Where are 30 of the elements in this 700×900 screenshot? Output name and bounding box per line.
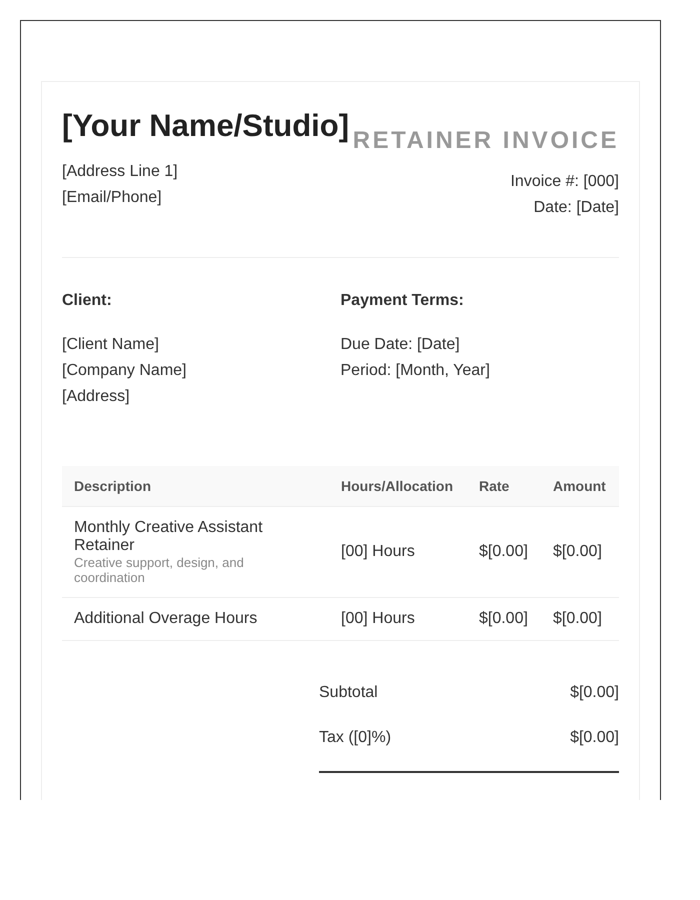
table-cell: $[0.00] — [466, 506, 541, 598]
document-title: RETAINER INVOICE — [352, 127, 619, 155]
section-heading: Client: — [62, 291, 113, 311]
detail-line: [Client Name] — [62, 335, 160, 355]
table-cell: [00] Hours — [329, 506, 467, 598]
sender-line: [Address Line 1] — [62, 162, 178, 182]
invoice-meta-line: Date: [Date] — [532, 198, 619, 218]
detail-line: Period: [Month, Year] — [340, 361, 491, 381]
total-value: $[0.00] — [570, 728, 619, 748]
detail-line: [Address] — [62, 387, 131, 407]
sender-line: [Email/Phone] — [62, 188, 163, 208]
column-header: Rate — [466, 466, 541, 506]
table-cell: $[0.00] — [540, 598, 619, 640]
total-label: Subtotal — [319, 683, 378, 703]
detail-line: [Company Name] — [62, 361, 188, 381]
table-cell: $[0.00] — [540, 506, 619, 598]
table-cell: $[0.00] — [466, 598, 541, 640]
invoice-meta-line: Invoice #: [000] — [510, 172, 619, 192]
item-note: Creative support, design, and coordination — [74, 555, 245, 585]
section-heading: Payment Terms: — [340, 291, 465, 311]
column-header: Amount — [540, 466, 619, 506]
item-description: Additional Overage Hours — [74, 610, 258, 628]
studio-name: [Your Name/Studio] — [62, 107, 350, 145]
detail-line: Due Date: [Date] — [340, 335, 461, 355]
total-label: Tax ([0]%) — [319, 728, 392, 748]
column-header: Hours/Allocation — [329, 466, 467, 506]
column-header: Description — [62, 466, 329, 506]
item-description: Monthly Creative Assistant Retainer — [74, 519, 264, 555]
table-cell: [00] Hours — [329, 598, 467, 640]
total-value: $[0.00] — [570, 683, 619, 703]
